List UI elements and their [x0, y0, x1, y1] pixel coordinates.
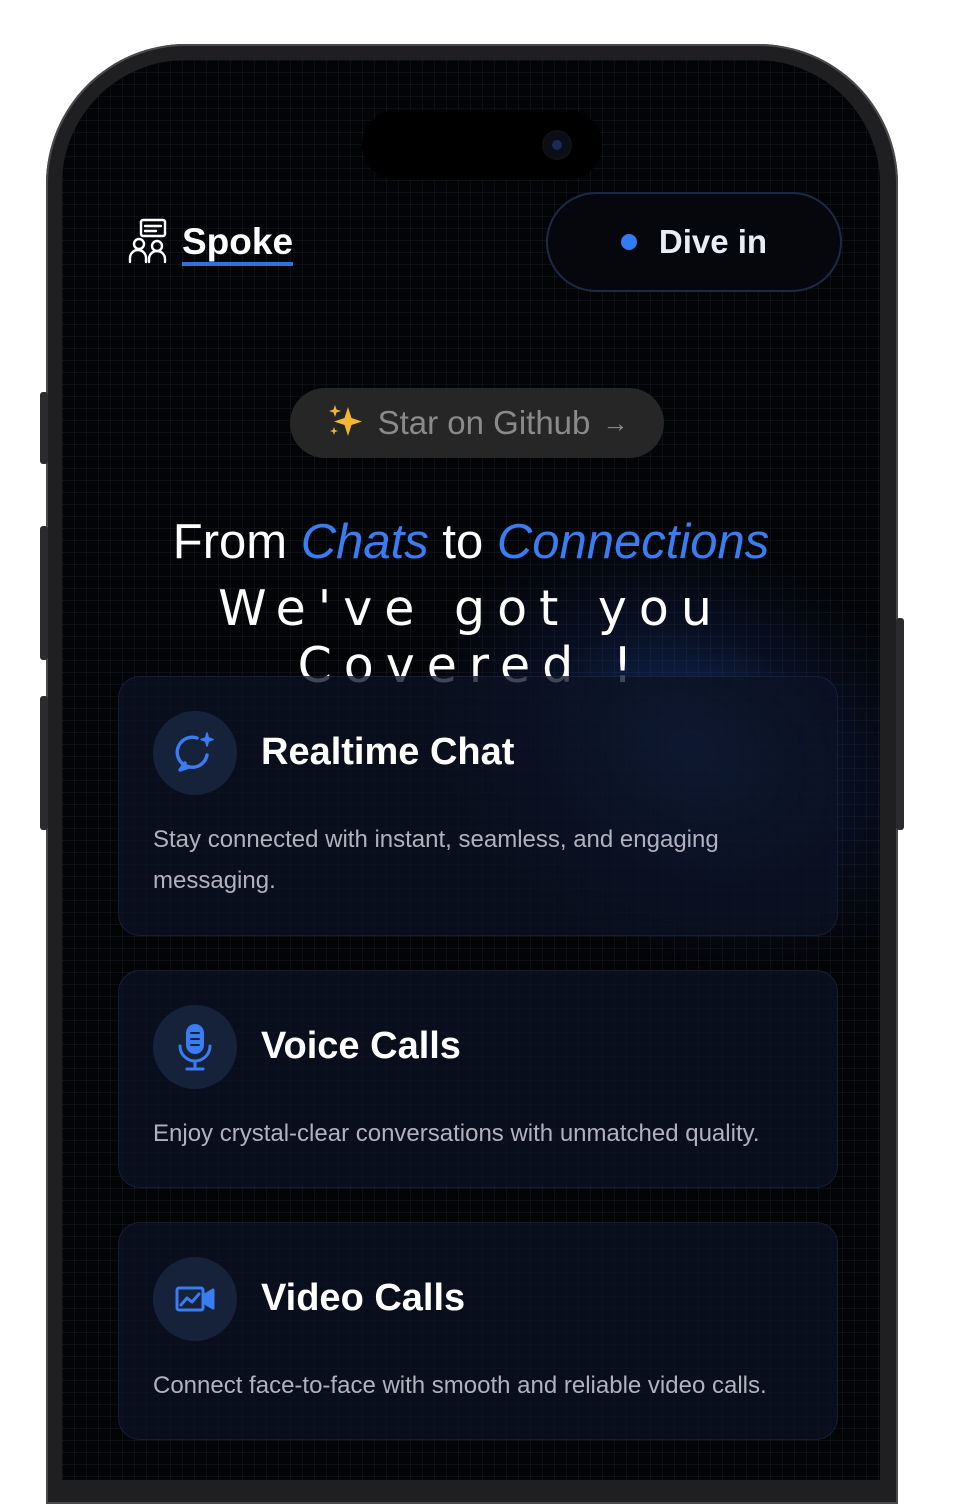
- feature-card-realtime-chat[interactable]: Realtime Chat Stay connected with instan…: [118, 676, 838, 936]
- phone-side-button: [40, 526, 48, 660]
- camera-lens: [542, 130, 572, 160]
- users-chat-icon: [128, 218, 170, 271]
- dive-in-label: Dive in: [658, 223, 768, 260]
- star-on-github-button[interactable]: Star on Github →: [290, 388, 664, 458]
- headline-accent-connections: Connections: [496, 515, 770, 569]
- feature-card-voice-calls[interactable]: Voice Calls Enjoy crystal-clear conversa…: [118, 970, 838, 1188]
- feature-description: Connect face-to-face with smooth and rel…: [153, 1372, 767, 1399]
- arrow-right-icon: →: [602, 407, 629, 438]
- feature-card-video-calls[interactable]: Video Calls Connect face-to-face with sm…: [118, 1222, 838, 1440]
- feature-description: Enjoy crystal-clear conversations with u…: [153, 1120, 760, 1147]
- brand-name: Spoke: [182, 223, 294, 266]
- dive-in-button[interactable]: Dive in: [546, 192, 842, 292]
- hero-headline: From Chats to Connections: [62, 512, 880, 572]
- microphone-icon: [153, 1005, 237, 1089]
- status-dot: [620, 234, 637, 250]
- feature-title: Voice Calls: [261, 1025, 461, 1067]
- star-on-github-label: Star on Github: [377, 404, 591, 441]
- phone-side-button: [40, 392, 48, 464]
- sparkles-icon: [326, 401, 366, 446]
- phone-side-button: [40, 696, 48, 830]
- chat-sparkle-icon: [153, 711, 237, 795]
- headline-accent-chats: Chats: [300, 515, 429, 569]
- headline-text: From: [172, 515, 301, 569]
- phone-screen: Spoke Dive in Star on Github → From Chat…: [62, 60, 880, 1480]
- headline-text: to: [428, 515, 497, 569]
- feature-title: Realtime Chat: [261, 731, 515, 773]
- feature-description: Stay connected with instant, seamless, a…: [153, 826, 719, 894]
- brand-logo[interactable]: Spoke: [128, 218, 294, 271]
- feature-title: Video Calls: [261, 1277, 466, 1319]
- phone-side-button: [896, 618, 904, 830]
- video-camera-icon: [153, 1257, 237, 1341]
